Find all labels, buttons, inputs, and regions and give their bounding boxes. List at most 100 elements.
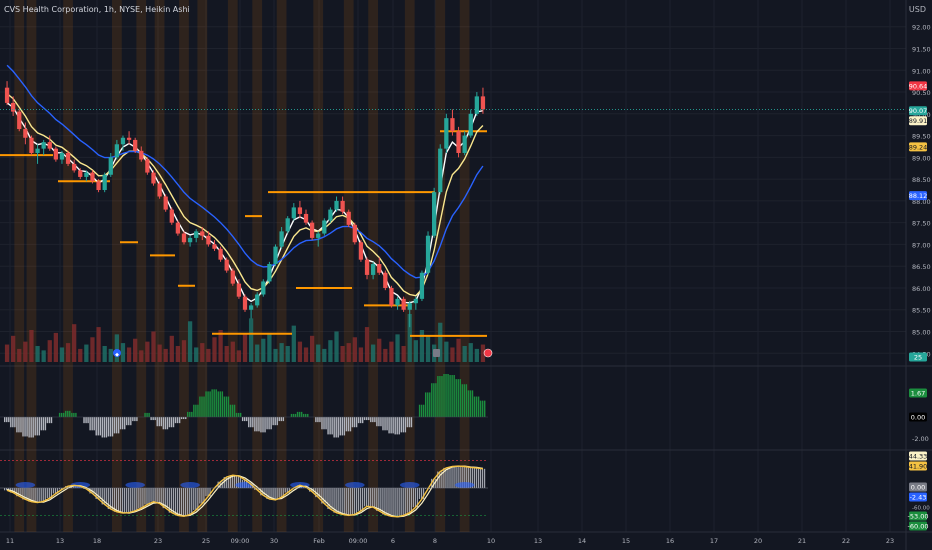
price-tick-label: 87.00 [912, 241, 931, 249]
macd-hist-bar [361, 417, 364, 424]
time-tick-label: 8 [433, 537, 437, 545]
candle-body [358, 242, 364, 260]
chart-root[interactable]: CVS Health Corporation, 1h, NYSE, Heikin… [0, 0, 932, 550]
macd-hist-bar [447, 374, 449, 417]
chart-canvas[interactable]: 92.0091.5091.0090.5090.0089.5089.0088.50… [0, 0, 932, 550]
time-tick-label: 23 [154, 537, 162, 545]
volume-bar [285, 346, 290, 362]
volume-bar [206, 348, 211, 362]
macd-hist-bar [32, 417, 34, 438]
wave-bar [475, 467, 478, 488]
wave-bar [140, 488, 142, 509]
volume-bar [364, 327, 370, 362]
macd-hist-bar [34, 417, 36, 436]
wave-bar [195, 488, 197, 510]
candle-body [261, 281, 266, 295]
wave-bar [398, 488, 400, 517]
money-flow-blob [345, 482, 365, 488]
macd-hist-bar [388, 417, 390, 434]
time-axis[interactable]: 11 13 18 23 25 09:00 30 Feb 09:00 6 8 10 13 14 15 16 17 2… [6, 537, 894, 545]
macd-hist-bar [18, 417, 20, 433]
macd-hist-bar [134, 417, 136, 422]
wave-bar [278, 488, 280, 498]
macd-hist-bar [278, 417, 280, 422]
macd-hist-bar [246, 417, 248, 422]
macd-hist-bar [4, 417, 6, 423]
macd-hist-bar [176, 417, 179, 424]
volume-bar [181, 340, 187, 362]
candle-body [322, 220, 327, 234]
volume-bar [59, 347, 65, 362]
wave-bar [148, 488, 150, 505]
candle-body [236, 283, 242, 297]
macd-hist-bar [483, 400, 486, 417]
macd-hist-bar [304, 413, 307, 417]
wave-bar [284, 488, 286, 493]
macd-hist-bar [339, 417, 341, 436]
macd-hist-bar [189, 411, 191, 417]
candle-body [248, 305, 254, 310]
dividend-marker-icon[interactable] [433, 349, 440, 357]
macd-hist-bar [101, 417, 104, 438]
macd-hist-bar [325, 417, 327, 430]
macd-hist-bar [28, 417, 30, 438]
highlight-band [136, 0, 147, 532]
volume-bar [84, 344, 89, 362]
macd-hist-bar [235, 412, 238, 417]
wave-bar [38, 488, 40, 503]
time-tick-label: 09:00 [349, 537, 368, 545]
price-axis[interactable]: 92.0091.5091.0090.5090.0089.5089.0088.50… [908, 24, 931, 531]
candle-body [23, 129, 28, 138]
macd-hist-bar [461, 384, 464, 417]
macd-hist-bar [209, 391, 211, 417]
wave-bar [40, 488, 42, 502]
macd-hist-bar [40, 417, 43, 431]
volume-bar [377, 338, 382, 362]
macd-hist-bar [331, 417, 333, 435]
wave-bar [4, 488, 6, 491]
wave-bar [178, 488, 181, 516]
macd-hist-bar [274, 417, 276, 426]
candle-body [139, 150, 144, 160]
volume-bar [151, 331, 156, 362]
macd-hist-bar [296, 411, 299, 417]
macd-hist-bar [451, 375, 453, 417]
news-marker-icon[interactable] [483, 348, 493, 358]
macd-hist-bar [30, 417, 32, 438]
macd-hist-bar [467, 390, 470, 417]
macd-hist-bar [197, 404, 199, 417]
macd-hist-bar [178, 417, 181, 424]
macd-hist-bar [60, 412, 63, 417]
price-tick-label: 87.50 [912, 220, 931, 228]
price-tick-label: 85.50 [912, 307, 931, 315]
macd-hist-bar [298, 411, 301, 417]
volume-bar [383, 348, 388, 362]
highlight-band [197, 0, 208, 532]
price-tick-label: 86.50 [912, 263, 931, 271]
candle-body [309, 222, 315, 238]
macd-hist-bar [170, 417, 173, 428]
wave-bar [280, 488, 282, 498]
macd-hist-bar [345, 417, 348, 432]
macd-hist-bar [449, 375, 451, 417]
wave-bar [378, 488, 380, 511]
wave-bar [107, 488, 109, 510]
macd-hist-bar [473, 396, 476, 417]
candle-body [389, 287, 394, 306]
macd-hist-bar [14, 417, 16, 428]
macd-hist-bar [243, 417, 246, 422]
wave-trend-oscillator [0, 460, 488, 518]
wave-bar [361, 488, 364, 511]
candle-body [72, 163, 77, 171]
macd-hist-bar [418, 404, 421, 417]
candlesticks[interactable] [0, 81, 906, 328]
macd-badge: 1.67 [911, 390, 925, 398]
wave-bar [128, 488, 130, 513]
candle-body [346, 211, 351, 225]
macd-hist-bar [22, 417, 24, 437]
macd-hist-bar [85, 417, 87, 424]
time-tick-label: 25 [202, 537, 210, 545]
wave-bar [189, 488, 191, 515]
wave-bar [158, 488, 160, 504]
candle-body [151, 172, 156, 184]
